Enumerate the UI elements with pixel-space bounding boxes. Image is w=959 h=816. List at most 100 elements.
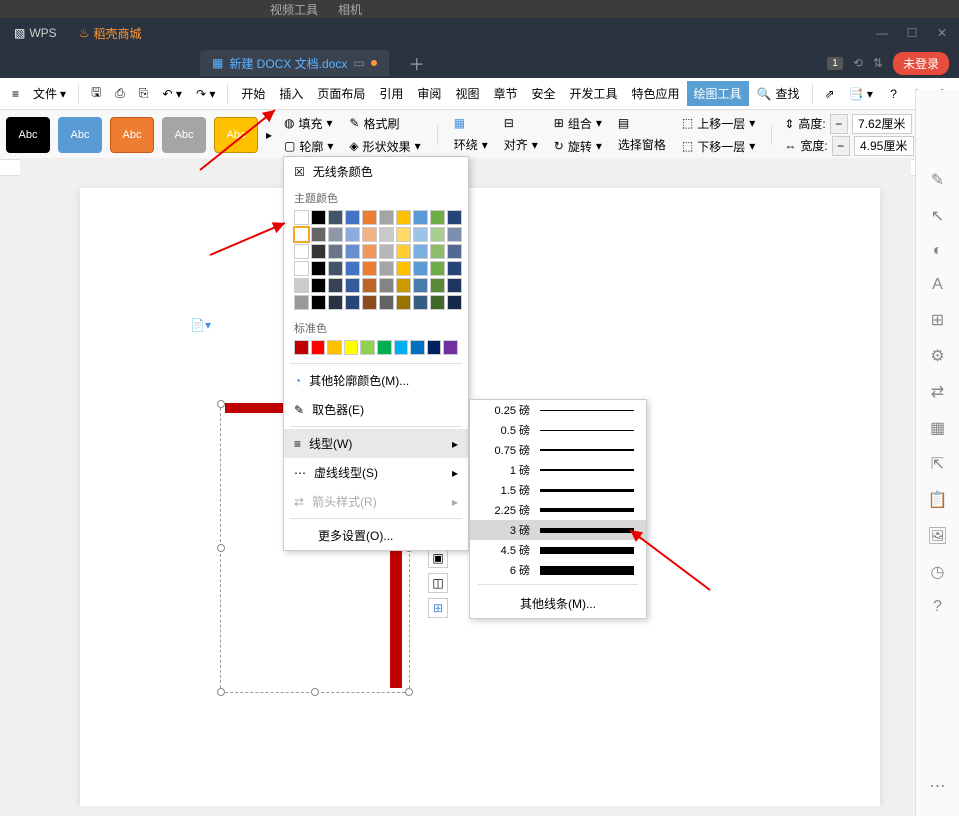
- cloud-icon[interactable]: ⟲: [853, 56, 863, 70]
- document-tab[interactable]: ▦ 新建 DOCX 文档.docx ▭: [200, 50, 389, 76]
- width-dec[interactable]: −: [832, 136, 850, 156]
- theme-color-swatch[interactable]: [311, 210, 326, 225]
- tab-view[interactable]: 视图: [448, 81, 486, 106]
- send-backward-button[interactable]: ⬚下移一层 ▾: [678, 136, 759, 157]
- align-button[interactable]: ⊟: [500, 114, 542, 132]
- flow-icon[interactable]: ⇄: [931, 382, 944, 402]
- theme-color-swatch[interactable]: [413, 261, 428, 276]
- dash-type-item[interactable]: ⋯虚线线型(S)▸: [284, 458, 468, 487]
- style-preset-3[interactable]: Abc: [110, 117, 154, 153]
- line-weight-0.75 磅[interactable]: 0.75 磅: [470, 440, 646, 460]
- eyedropper-item[interactable]: ✎取色器(E): [284, 395, 468, 424]
- line-weight-1.5 磅[interactable]: 1.5 磅: [470, 480, 646, 500]
- std-color-swatch[interactable]: [410, 340, 425, 355]
- theme-color-swatch[interactable]: [396, 244, 411, 259]
- help-icon[interactable]: ?: [884, 83, 903, 105]
- tab-insert[interactable]: 插入: [272, 81, 310, 106]
- more-options-icon[interactable]: ⊞: [428, 598, 448, 618]
- theme-color-swatch[interactable]: [430, 295, 445, 310]
- outline-button[interactable]: ▢轮廓 ▾: [280, 136, 337, 157]
- theme-color-swatch[interactable]: [328, 227, 343, 242]
- notif-badge[interactable]: 1: [827, 57, 843, 70]
- line-weight-0.5 磅[interactable]: 0.5 磅: [470, 420, 646, 440]
- file-menu[interactable]: 文件 ▾: [27, 81, 72, 106]
- shape-effect-button[interactable]: ◈形状效果 ▾: [345, 136, 424, 157]
- style-preset-2[interactable]: Abc: [58, 117, 102, 153]
- selection-pane-label[interactable]: 选择窗格: [614, 134, 670, 155]
- group-button[interactable]: ⊞组合 ▾: [550, 113, 606, 134]
- theme-color-swatch[interactable]: [294, 261, 309, 276]
- theme-color-swatch[interactable]: [379, 295, 394, 310]
- std-color-swatch[interactable]: [427, 340, 442, 355]
- undo-icon[interactable]: ↶ ▾: [157, 83, 188, 105]
- pointer-icon[interactable]: ↖: [931, 206, 944, 226]
- std-color-swatch[interactable]: [327, 340, 342, 355]
- width-input[interactable]: 4.95厘米: [854, 136, 914, 156]
- theme-color-swatch[interactable]: [328, 278, 343, 293]
- share-icon[interactable]: ⇗: [819, 83, 841, 105]
- rotate-button[interactable]: ↻旋转 ▾: [550, 136, 606, 157]
- theme-color-swatch[interactable]: [379, 261, 394, 276]
- line-weight-6 磅[interactable]: 6 磅: [470, 560, 646, 580]
- tab-ref[interactable]: 引用: [372, 81, 410, 106]
- hamburger-icon[interactable]: ≡: [6, 83, 25, 105]
- theme-color-swatch[interactable]: [294, 244, 309, 259]
- wrap-label[interactable]: 环绕 ▾: [450, 134, 492, 155]
- theme-color-swatch[interactable]: [311, 278, 326, 293]
- line-weight-0.25 磅[interactable]: 0.25 磅: [470, 400, 646, 420]
- theme-color-swatch[interactable]: [345, 278, 360, 293]
- line-weight-2.25 磅[interactable]: 2.25 磅: [470, 500, 646, 520]
- theme-color-swatch[interactable]: [294, 295, 309, 310]
- save-icon[interactable]: 🖫: [85, 79, 107, 108]
- std-color-swatch[interactable]: [394, 340, 409, 355]
- more-settings-item[interactable]: 更多设置(O)...: [284, 521, 468, 550]
- theme-color-swatch[interactable]: [311, 227, 326, 242]
- theme-color-swatch[interactable]: [413, 210, 428, 225]
- theme-color-swatch[interactable]: [345, 210, 360, 225]
- tab-safe[interactable]: 安全: [524, 81, 562, 106]
- theme-color-swatch[interactable]: [379, 227, 394, 242]
- tab-window-icon[interactable]: ▭: [353, 56, 364, 70]
- theme-color-swatch[interactable]: [328, 244, 343, 259]
- pen-icon[interactable]: ✎: [931, 170, 944, 190]
- theme-color-swatch[interactable]: [362, 244, 377, 259]
- app-logo[interactable]: ▧ WPS: [8, 23, 63, 44]
- std-color-swatch[interactable]: [344, 340, 359, 355]
- mall-tab[interactable]: ♨ 稻壳商城: [73, 23, 148, 44]
- more-icon2[interactable]: ⋯: [930, 776, 946, 796]
- theme-color-swatch[interactable]: [362, 210, 377, 225]
- wrap-options2-icon[interactable]: ◫: [428, 573, 448, 593]
- new-tab-button[interactable]: ＋: [409, 51, 425, 75]
- theme-color-swatch[interactable]: [379, 244, 394, 259]
- other-lines-item[interactable]: 其他线条(M)...: [470, 589, 646, 618]
- theme-color-swatch[interactable]: [345, 227, 360, 242]
- theme-color-swatch[interactable]: [362, 261, 377, 276]
- theme-color-swatch[interactable]: [294, 210, 309, 225]
- align-label[interactable]: 对齐 ▾: [500, 134, 542, 155]
- tab-review[interactable]: 审阅: [410, 81, 448, 106]
- theme-color-swatch[interactable]: [447, 227, 462, 242]
- text-icon[interactable]: A: [932, 276, 943, 294]
- export-icon2[interactable]: ⇱: [931, 454, 944, 474]
- std-color-swatch[interactable]: [311, 340, 326, 355]
- format-brush-button[interactable]: ✎格式刷: [345, 113, 424, 134]
- line-weight-3 磅[interactable]: 3 磅: [470, 520, 646, 540]
- std-color-swatch[interactable]: [294, 340, 309, 355]
- theme-color-swatch[interactable]: [447, 295, 462, 310]
- theme-color-swatch[interactable]: [362, 227, 377, 242]
- redo-icon[interactable]: ↷ ▾: [190, 83, 221, 105]
- tab-draw[interactable]: 绘图工具: [687, 81, 749, 106]
- gallery-icon[interactable]: ▦: [930, 418, 945, 438]
- search-box[interactable]: 🔍 查找: [751, 81, 806, 106]
- theme-color-swatch[interactable]: [294, 227, 309, 242]
- theme-color-swatch[interactable]: [430, 227, 445, 242]
- theme-color-swatch[interactable]: [447, 210, 462, 225]
- paste-icon[interactable]: 📄▾: [190, 318, 211, 332]
- wrap-options-icon[interactable]: ▣: [428, 548, 448, 568]
- theme-color-swatch[interactable]: [430, 244, 445, 259]
- theme-color-swatch[interactable]: [447, 261, 462, 276]
- theme-color-swatch[interactable]: [413, 244, 428, 259]
- theme-color-swatch[interactable]: [362, 295, 377, 310]
- theme-color-swatch[interactable]: [396, 210, 411, 225]
- style-more-icon[interactable]: ▸: [266, 128, 272, 142]
